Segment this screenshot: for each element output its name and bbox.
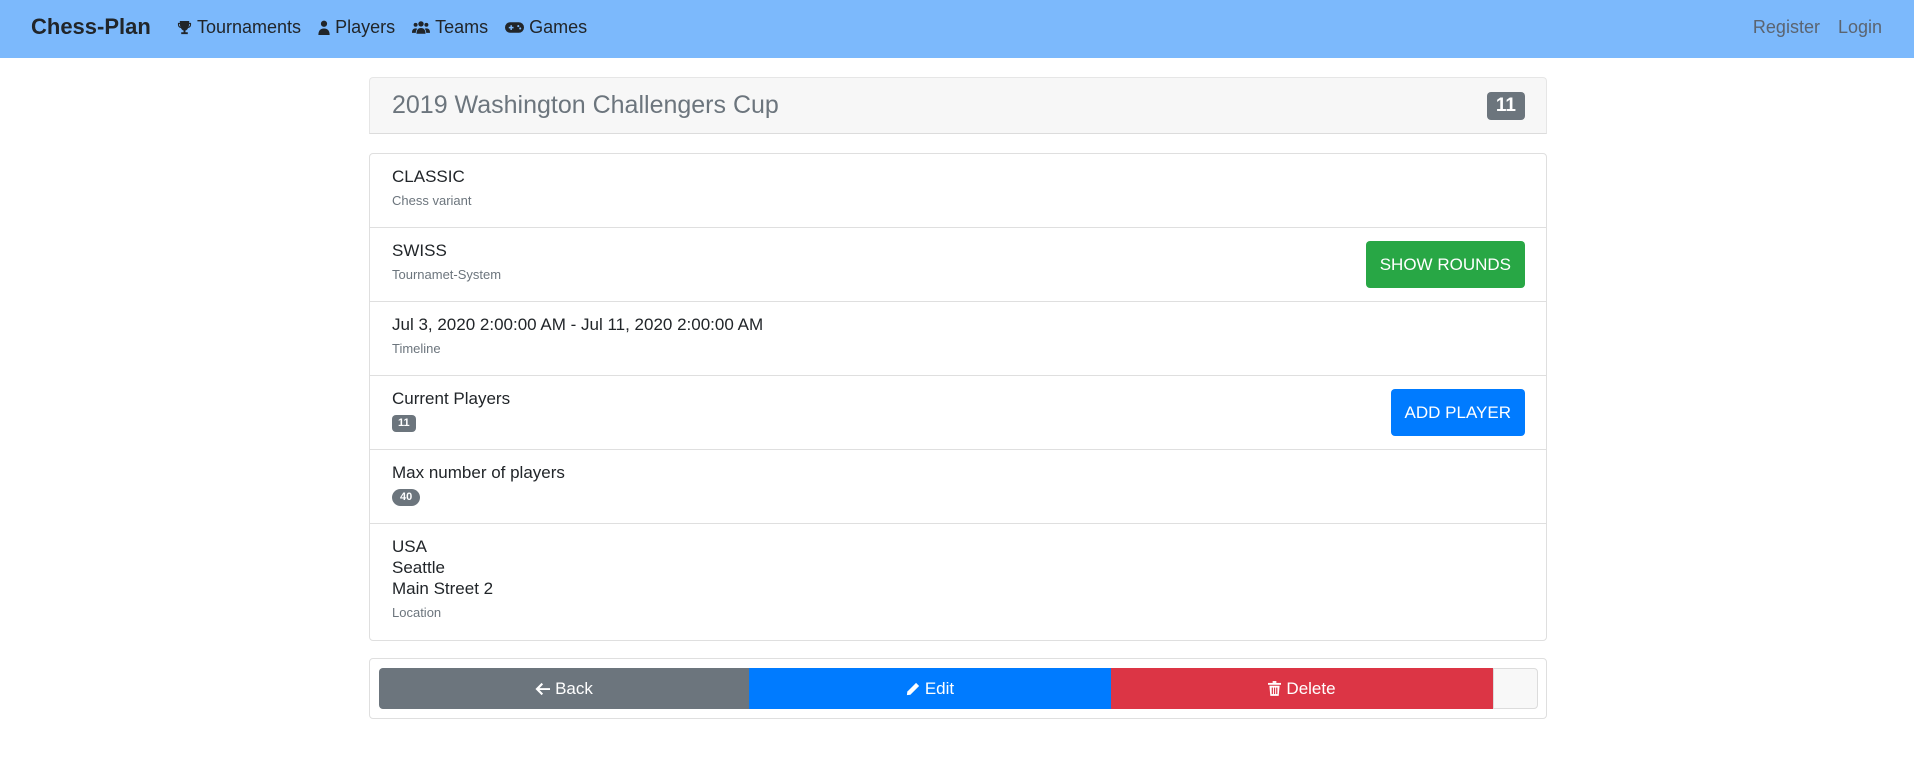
back-label: Back [555,678,593,698]
trash-icon [1268,681,1282,696]
nav-tournaments[interactable]: Tournaments [177,17,301,38]
variant-label: Chess variant [392,193,472,208]
max-players-badge: 40 [392,489,421,506]
gamepad-icon [505,22,525,33]
location-country: USA [392,537,427,556]
edit-button[interactable]: Edit [749,668,1111,709]
list-item-current-players: Current Players 11 ADD PLAYER [370,376,1546,450]
nav-games-label: Games [529,17,588,37]
nav-auth: Register Login [1735,17,1882,38]
tournament-details: CLASSIC Chess variant SWISS Tournamet-Sy… [369,153,1547,641]
location-street: Main Street 2 [392,579,494,598]
nav-players[interactable]: Players [318,17,395,38]
current-players-label: Current Players [392,389,511,408]
nav-links: Tournaments Players Teams Games [177,17,604,38]
location-city: Seattle [392,558,445,577]
register-link[interactable]: Register [1753,17,1820,38]
timeline-label: Timeline [392,341,441,356]
system-value: SWISS [392,241,447,260]
list-item-timeline: Jul 3, 2020 2:00:00 AM - Jul 11, 2020 2:… [370,302,1546,376]
variant-value: CLASSIC [392,167,465,186]
action-bar: Back Edit Delete [369,658,1547,719]
nav-teams-label: Teams [435,17,489,37]
back-button[interactable]: Back [379,668,749,709]
nav-games[interactable]: Games [505,17,587,38]
list-item-variant: CLASSIC Chess variant [370,154,1546,228]
login-link[interactable]: Login [1838,17,1882,38]
delete-button[interactable]: Delete [1111,668,1493,709]
show-rounds-button[interactable]: SHOW ROUNDS [1365,241,1525,288]
user-icon [318,20,330,35]
tournament-title: 2019 Washington Challengers Cup [392,91,779,119]
system-label: Tournamet-System [392,267,502,282]
nav-teams[interactable]: Teams [412,17,488,38]
users-icon [412,21,431,34]
timeline-value: Jul 3, 2020 2:00:00 AM - Jul 11, 2020 2:… [392,315,764,334]
tournament-header: 2019 Washington Challengers Cup 11 [369,77,1547,134]
max-players-label: Max number of players [392,463,565,482]
location-label: Location [392,605,442,620]
nav-players-label: Players [335,17,396,37]
pencil-icon [906,682,919,695]
extra-button[interactable] [1493,668,1538,709]
player-count-badge: 11 [1486,92,1525,120]
nav-tournaments-label: Tournaments [197,17,302,37]
delete-label: Delete [1286,678,1336,698]
list-item-max-players: Max number of players 40 [370,450,1546,524]
brand-link[interactable]: Chess-Plan [31,14,151,40]
edit-label: Edit [924,678,955,698]
list-item-location: USA Seattle Main Street 2 Location [370,524,1546,640]
navbar: Chess-Plan Tournaments Players Teams Gam… [0,0,1914,58]
add-player-button[interactable]: ADD PLAYER [1390,389,1525,436]
trophy-icon [177,20,192,35]
current-players-badge: 11 [392,415,416,432]
list-item-system: SWISS Tournamet-System SHOW ROUNDS [370,228,1546,302]
arrow-left-icon [535,682,551,695]
